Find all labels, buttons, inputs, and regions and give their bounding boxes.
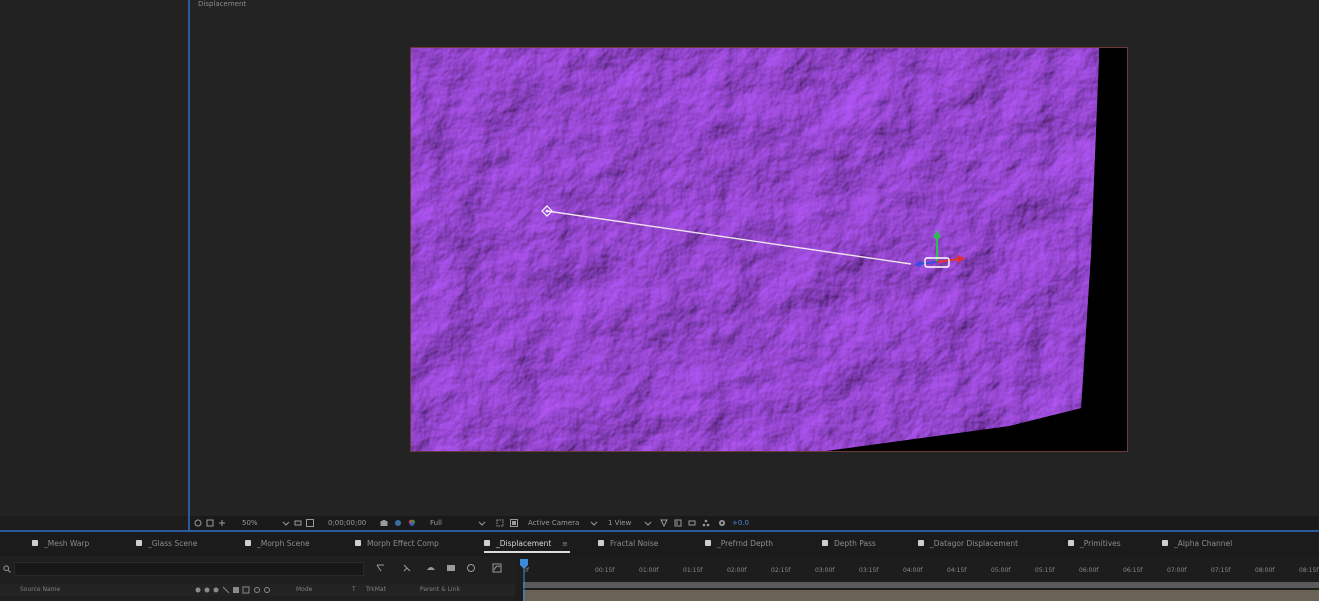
tab-primitives[interactable]: _Primitives (1068, 532, 1138, 556)
zoom-dropdown[interactable]: 50% (242, 518, 258, 528)
ruler-tick-label: 01:00f (639, 567, 659, 574)
tab-displacement[interactable]: _Displacement ≡ (484, 532, 570, 556)
composition-icon (484, 540, 490, 546)
color-channel-icon[interactable] (408, 519, 416, 527)
ruler-tick-label: 07:00f (1167, 567, 1187, 574)
composition-icon (1162, 540, 1168, 546)
column-source-name[interactable]: Source Name (20, 585, 60, 595)
composition-icon (598, 540, 604, 546)
composition-frame[interactable] (410, 47, 1128, 452)
motion-blur-icon[interactable] (466, 563, 476, 573)
viewer-toolbar: 50% 0;00;00;00 Full Active Camera 1 View… (190, 516, 1319, 530)
layer-outline-panel: Source Name Mode T TrkMat Parent & Link (0, 556, 515, 601)
column-parent-link[interactable]: Parent & Link (420, 585, 460, 595)
composition-icon (136, 540, 142, 546)
ruler-tick-label: 06:00f (1079, 567, 1099, 574)
exposure-value[interactable]: +0.0 (732, 518, 749, 528)
chevron-down-icon[interactable] (282, 519, 290, 527)
timeline-panel: Source Name Mode T TrkMat Parent & Link … (0, 556, 1319, 601)
tab-morph-effect-comp[interactable]: Morph Effect Comp (355, 532, 455, 556)
timeline-icon[interactable] (688, 519, 696, 527)
time-graph[interactable]: 0f 00:15f 01:00f 01:15f 02:00f 02:15f 03:00f 03… (515, 556, 1319, 601)
timecode-display[interactable]: 0;00;00;00 (328, 518, 366, 528)
composition-icon (705, 540, 711, 546)
exposure-reset-icon[interactable] (718, 519, 726, 527)
flowchart-icon[interactable] (702, 519, 710, 527)
ruler-tick-label: 06:15f (1123, 567, 1143, 574)
grid-icon[interactable] (218, 519, 226, 527)
chevron-down-icon[interactable] (590, 519, 598, 527)
graph-editor-icon[interactable] (492, 563, 502, 573)
column-track[interactable]: T (352, 585, 356, 595)
active-tab-indicator (484, 551, 570, 553)
show-snapshot-icon[interactable] (394, 519, 402, 527)
fast-previews-icon[interactable] (674, 519, 682, 527)
viewer-tab-label: Displacement (198, 0, 247, 8)
snapshot-camera-icon[interactable] (380, 519, 388, 527)
column-trkmat[interactable]: TrkMat (366, 585, 386, 595)
composition-icon (822, 540, 828, 546)
work-area-bar[interactable] (523, 582, 1319, 588)
ruler-tick-label: 08:00f (1255, 567, 1275, 574)
resolution-dropdown[interactable]: Full (430, 518, 442, 528)
ruler-tick-label: 00:15f (595, 567, 615, 574)
ruler-tick-label: 03:15f (859, 567, 879, 574)
comp-mini-flowchart-icon[interactable] (376, 563, 386, 573)
preview-icon[interactable] (194, 519, 202, 527)
layer-duration-bar[interactable] (523, 590, 1319, 601)
ruler-tick-label: 05:15f (1035, 567, 1055, 574)
layer-search-input[interactable] (14, 562, 364, 576)
tab-glass-scene[interactable]: _Glass Scene (136, 532, 216, 556)
region-of-interest-icon[interactable] (496, 519, 504, 527)
ruler-tick-label: 07:15f (1211, 567, 1231, 574)
transparency-grid-icon[interactable] (510, 519, 518, 527)
ruler-tick-label: 04:00f (903, 567, 923, 574)
ruler-tick-label: 01:15f (683, 567, 703, 574)
tab-prefrnd-depth[interactable]: _Prefrnd Depth (705, 532, 795, 556)
pixel-aspect-icon[interactable] (660, 519, 668, 527)
tab-alpha-channel[interactable]: _Alpha Channel (1162, 532, 1252, 556)
camera-view-dropdown[interactable]: Active Camera (528, 518, 579, 528)
composition-tab-bar: _Mesh Warp _Glass Scene _Morph Scene Mor… (0, 532, 1319, 556)
view-layout-dropdown[interactable]: 1 View (608, 518, 631, 528)
composition-icon (1068, 540, 1074, 546)
search-icon (3, 565, 11, 573)
composition-icon (32, 540, 38, 546)
time-ruler[interactable]: 0f 00:15f 01:00f 01:15f 02:00f 02:15f 03:00f 03… (515, 562, 1319, 582)
tab-morph-scene[interactable]: _Morph Scene (245, 532, 325, 556)
column-mode[interactable]: Mode (296, 585, 312, 595)
chevron-down-icon[interactable] (644, 519, 652, 527)
tab-depth-pass[interactable]: Depth Pass (822, 532, 892, 556)
tab-fractal-noise[interactable]: Fractal Noise (598, 532, 678, 556)
ruler-tick-label: 02:00f (727, 567, 747, 574)
frame-blending-icon[interactable] (446, 563, 456, 573)
chevron-down-icon[interactable] (478, 519, 486, 527)
composition-icon (918, 540, 924, 546)
composition-icon (245, 540, 251, 546)
ruler-tick-label: 04:15f (947, 567, 967, 574)
ruler-tick-label: 05:00f (991, 567, 1011, 574)
mask-icon[interactable] (206, 519, 214, 527)
fit-icon[interactable] (294, 519, 302, 527)
safe-zone-icon[interactable] (306, 519, 314, 527)
ruler-tick-label: 03:00f (815, 567, 835, 574)
shy-layers-icon[interactable] (426, 563, 436, 573)
project-panel (0, 0, 188, 516)
displaced-texture (411, 48, 1099, 451)
ruler-tick-label: 08:15f (1299, 567, 1319, 574)
ruler-tick-label: 02:15f (771, 567, 791, 574)
close-tab-icon[interactable]: ≡ (562, 538, 568, 550)
draft-3d-icon[interactable] (402, 563, 412, 573)
tab-mesh-warp[interactable]: _Mesh Warp (32, 532, 112, 556)
composition-icon (355, 540, 361, 546)
tab-datagor-displacement[interactable]: _Datagor Displacement (918, 532, 1038, 556)
playhead-icon[interactable] (520, 559, 528, 601)
layer-switches-icon[interactable] (194, 586, 284, 594)
layer-column-headers: Source Name Mode T TrkMat Parent & Link (0, 584, 515, 596)
